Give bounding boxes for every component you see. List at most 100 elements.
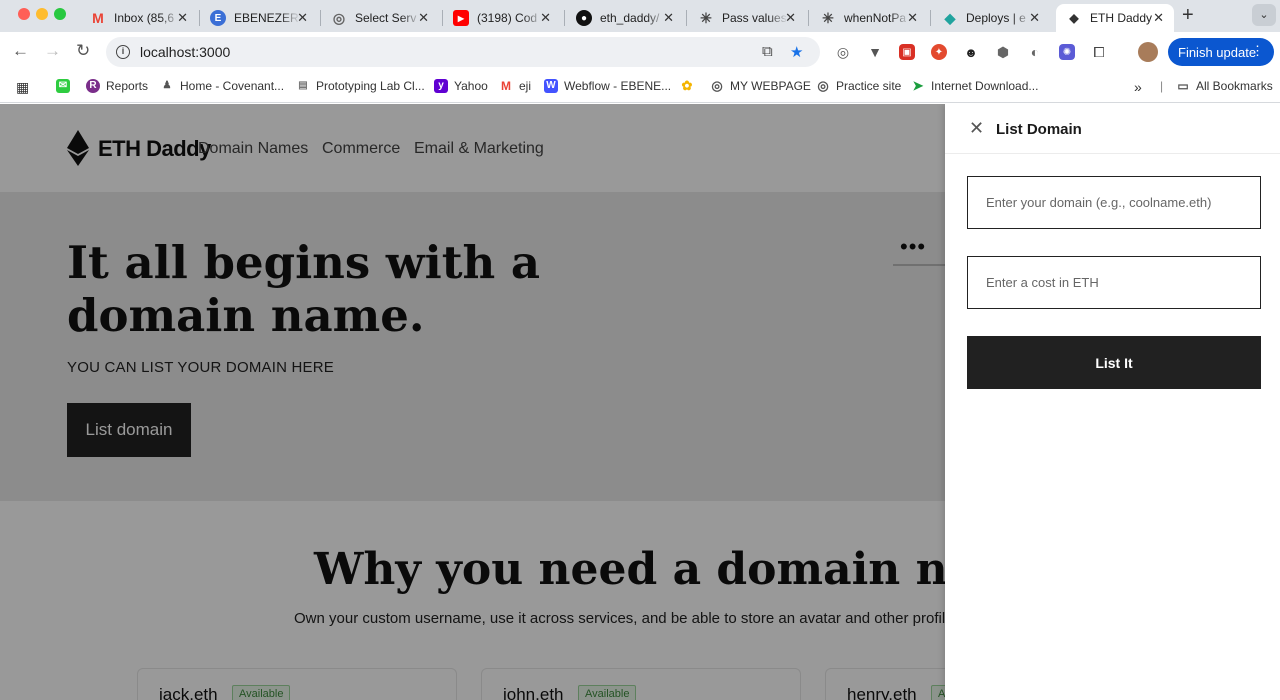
green-app-icon: ✉ bbox=[56, 79, 70, 93]
extension-vue-icon[interactable]: ▼ bbox=[867, 44, 883, 60]
close-tab-icon[interactable]: ✕ bbox=[1153, 10, 1164, 26]
reload-icon[interactable]: ↻ bbox=[76, 41, 90, 61]
bookmark-photos[interactable]: ✿ bbox=[680, 79, 700, 93]
tab-whennotpaused[interactable]: ✳ whenNotPa ✕ bbox=[810, 4, 928, 32]
lab-icon: ▤ bbox=[298, 80, 308, 91]
bookmark-label: Home - Covenant... bbox=[180, 79, 285, 93]
tab-title: ETH Daddy bbox=[1090, 11, 1153, 25]
bookmark-label: Yahoo bbox=[454, 79, 488, 93]
extension-target-icon[interactable]: ◎ bbox=[835, 44, 851, 60]
cost-input[interactable] bbox=[967, 256, 1261, 309]
extension-gear-icon[interactable]: ✺ bbox=[1059, 44, 1075, 60]
idm-icon: ➤ bbox=[912, 78, 924, 93]
close-tab-icon[interactable]: ✕ bbox=[297, 10, 308, 26]
youtube-icon: ▶ bbox=[453, 10, 469, 26]
tab-youtube[interactable]: ▶ (3198) Cod ✕ bbox=[443, 4, 561, 32]
modal-backdrop[interactable] bbox=[0, 104, 945, 700]
tab-title: Deploys | e bbox=[966, 11, 1026, 25]
close-window-button[interactable] bbox=[18, 8, 30, 20]
close-tab-icon[interactable]: ✕ bbox=[907, 10, 918, 26]
new-tab-icon[interactable]: + bbox=[1182, 4, 1194, 27]
install-app-icon[interactable]: ⧉ bbox=[762, 43, 773, 60]
close-tab-icon[interactable]: ✕ bbox=[663, 10, 674, 26]
finish-update-button[interactable]: Finish update ⋮ bbox=[1168, 38, 1274, 66]
webflow-icon: W bbox=[544, 79, 558, 93]
tab-title: EBENEZER bbox=[234, 11, 299, 25]
tab-title: whenNotPa bbox=[844, 11, 907, 25]
back-icon[interactable]: ← bbox=[12, 41, 29, 61]
bookmark-green-app[interactable]: ✉ bbox=[56, 79, 76, 93]
extension-circle-icon[interactable]: ◐ bbox=[1027, 44, 1043, 60]
bookmark-prototyping-lab[interactable]: ▤ Prototyping Lab Cl... bbox=[296, 79, 425, 93]
extension-box-icon[interactable]: ⬢ bbox=[995, 44, 1011, 60]
bookmark-my-webpage[interactable]: ◎ MY WEBPAGE bbox=[710, 79, 811, 94]
close-icon[interactable]: ✕ bbox=[969, 118, 984, 139]
openai-icon: ✳ bbox=[700, 9, 712, 26]
tab-pass-values[interactable]: ✳ Pass values ✕ bbox=[688, 4, 806, 32]
bookmark-practice-site[interactable]: ◎ Practice site bbox=[816, 78, 902, 94]
tab-strip: M Inbox (85,6 ✕ E EBENEZER ✕ ◎ Select Se… bbox=[0, 0, 1280, 32]
close-tab-icon[interactable]: ✕ bbox=[177, 10, 188, 26]
tab-eth-daddy[interactable]: ◆ ETH Daddy ✕ bbox=[1056, 4, 1174, 32]
tab-title: Select Serv bbox=[355, 11, 417, 25]
extension-red-icon[interactable]: ▣ bbox=[899, 44, 915, 60]
browser-toolbar: ← → ↻ i localhost:3000 ⧉ ★ ◎ ▼ ▣ ✦ ☻ ⬢ ◐… bbox=[0, 32, 1280, 97]
bookmarks-bar: ▦ ✉ R Reports ♟ Home - Covenant... ▤ Protot… bbox=[0, 72, 1280, 103]
gmail-icon: M bbox=[92, 10, 104, 26]
tab-title: eth_daddy/ bbox=[600, 11, 660, 25]
tab-ebenezer[interactable]: E EBENEZER ✕ bbox=[200, 4, 318, 32]
tab-inbox[interactable]: M Inbox (85,6 ✕ bbox=[80, 4, 198, 32]
ethereum-icon: ◆ bbox=[1069, 11, 1079, 25]
extension-metamask-icon[interactable]: ✦ bbox=[931, 44, 947, 60]
openai-icon: ✳ bbox=[822, 9, 834, 26]
tab-divider bbox=[808, 10, 809, 26]
extension-panda-icon[interactable]: ☻ bbox=[963, 44, 979, 60]
tab-search-menu-icon[interactable]: ⌄ bbox=[1252, 4, 1276, 26]
close-tab-icon[interactable]: ✕ bbox=[418, 10, 429, 26]
forward-icon[interactable]: → bbox=[44, 41, 61, 61]
apps-grid-icon[interactable]: ▦ bbox=[16, 79, 29, 96]
bookmark-label: Prototyping Lab Cl... bbox=[316, 79, 425, 93]
close-tab-icon[interactable]: ✕ bbox=[540, 10, 551, 26]
list-domain-drawer: ✕ List Domain List It bbox=[945, 104, 1280, 700]
tab-title: Inbox (85,6 bbox=[114, 11, 175, 25]
list-it-button[interactable]: List It bbox=[967, 336, 1261, 389]
close-tab-icon[interactable]: ✕ bbox=[1029, 10, 1040, 26]
site-info-icon[interactable]: i bbox=[116, 45, 130, 59]
bookmark-covenant[interactable]: ♟ Home - Covenant... bbox=[160, 79, 285, 93]
all-bookmarks[interactable]: ▭ All Bookmarks bbox=[1176, 79, 1272, 93]
bookmark-label: Practice site bbox=[836, 79, 902, 93]
address-url[interactable]: localhost:3000 bbox=[140, 44, 230, 60]
bookmark-eji[interactable]: Meji bbox=[499, 79, 531, 93]
bookmark-yahoo[interactable]: y Yahoo bbox=[434, 79, 488, 93]
bookmark-webflow[interactable]: W Webflow - EBENE... bbox=[544, 79, 671, 93]
maximize-window-button[interactable] bbox=[54, 8, 66, 20]
profile-avatar[interactable] bbox=[1138, 42, 1158, 62]
bookmark-label: Internet Download... bbox=[931, 79, 1039, 93]
finish-update-label: Finish update bbox=[1178, 44, 1257, 60]
more-options-icon[interactable]: ⋮ bbox=[1251, 43, 1264, 59]
bookmark-star-icon[interactable]: ★ bbox=[790, 43, 803, 61]
more-bookmarks-icon[interactable]: » bbox=[1134, 79, 1142, 95]
domain-input[interactable] bbox=[967, 176, 1261, 229]
bookmark-internet-download[interactable]: ➤ Internet Download... bbox=[911, 78, 1039, 94]
yahoo-icon: y bbox=[434, 79, 448, 93]
address-bar[interactable]: i localhost:3000 ⧉ ★ bbox=[106, 37, 820, 67]
ebenezer-icon: E bbox=[210, 10, 226, 26]
netlify-icon: ◆ bbox=[944, 9, 956, 26]
tab-divider bbox=[686, 10, 687, 26]
globe-icon: ◎ bbox=[817, 78, 829, 93]
github-icon: ● bbox=[576, 10, 592, 26]
drawer-title: List Domain bbox=[996, 121, 1082, 138]
tab-deploys[interactable]: ◆ Deploys | e ✕ bbox=[932, 4, 1050, 32]
minimize-window-button[interactable] bbox=[36, 8, 48, 20]
tab-select-serv[interactable]: ◎ Select Serv ✕ bbox=[321, 4, 439, 32]
tab-github[interactable]: ● eth_daddy/ ✕ bbox=[566, 4, 684, 32]
page-content: ETH Daddy Domain Names Commerce Email & … bbox=[0, 104, 1280, 700]
extensions-puzzle-icon[interactable]: ⧠ bbox=[1091, 44, 1107, 60]
globe-icon: ◎ bbox=[332, 9, 346, 26]
drawer-header: ✕ List Domain bbox=[945, 104, 1280, 154]
bookmark-reports[interactable]: R Reports bbox=[86, 79, 148, 93]
close-tab-icon[interactable]: ✕ bbox=[785, 10, 796, 26]
photos-icon: ✿ bbox=[681, 78, 693, 93]
